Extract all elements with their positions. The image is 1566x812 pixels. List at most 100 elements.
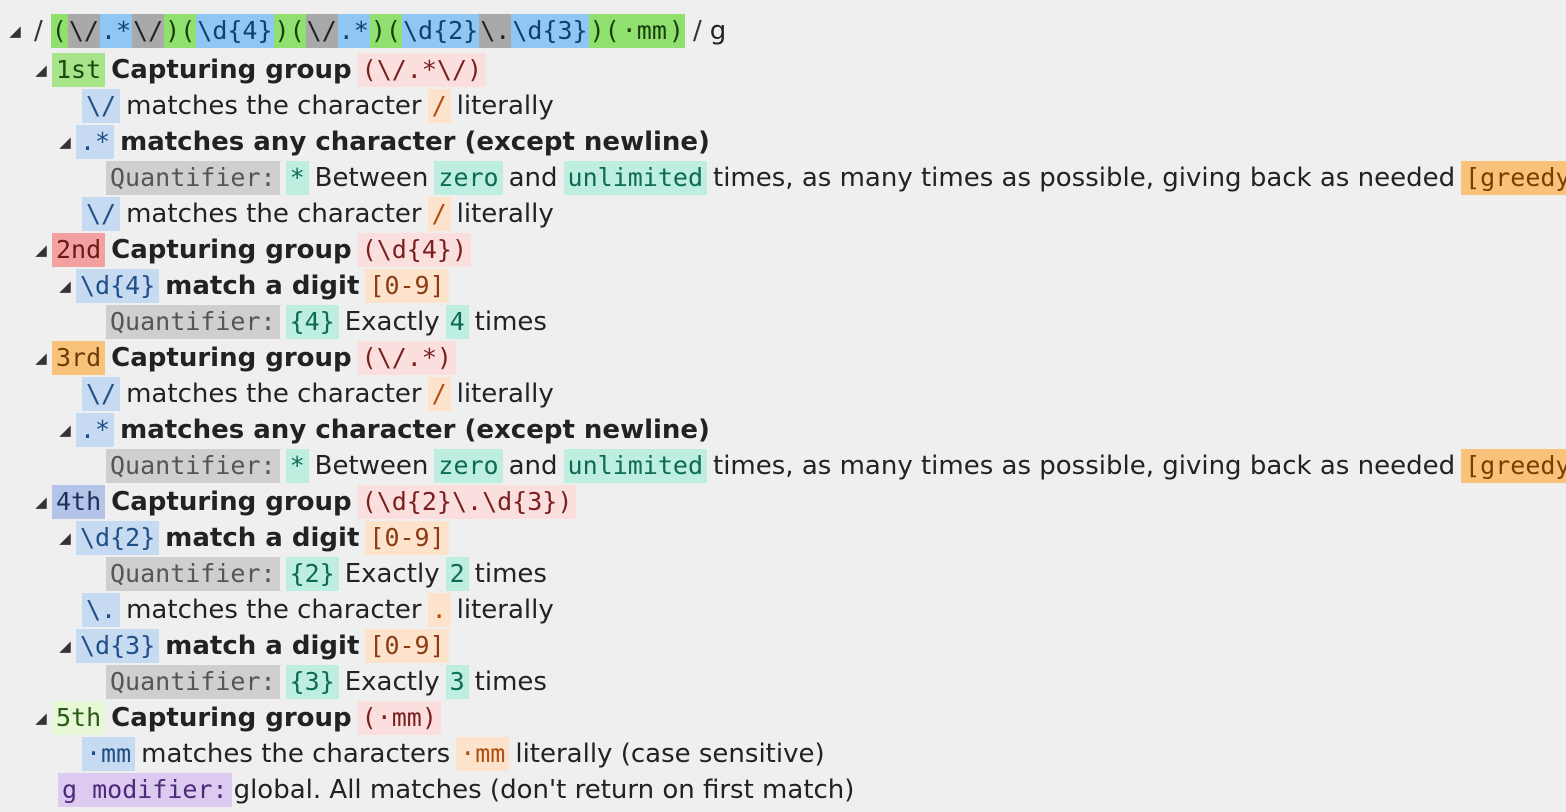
regex-token: )( xyxy=(369,14,402,48)
greedy-badge: [greedy] xyxy=(1461,161,1566,195)
explanation-text: literally xyxy=(456,91,554,121)
explanation-text: and xyxy=(508,451,558,481)
explanation-text: literally xyxy=(456,379,554,409)
group-title: Capturing group xyxy=(111,703,352,733)
quantifier-row: Quantifier: * Between zero and unlimited… xyxy=(106,160,1566,196)
explanation-text: and xyxy=(508,163,558,193)
collapse-toggle-icon[interactable]: ◢ xyxy=(32,340,50,376)
group-2-header: ◢ 2nd Capturing group (\d{4}) xyxy=(32,232,477,268)
regex-token: ·mm xyxy=(620,14,668,48)
regex-pattern: (\/.*\/)(\d{4})(\/.*)(\d{2}\.\d{3})(·mm) xyxy=(50,13,685,49)
quantifier-max: unlimited xyxy=(563,449,708,483)
quantifier-label: Quantifier: xyxy=(106,665,280,699)
group-ordinal: 4th xyxy=(52,485,106,519)
explanation-text: matches the character xyxy=(126,379,422,409)
explanation-text: literally xyxy=(456,595,554,625)
quantifier-label: Quantifier: xyxy=(106,449,280,483)
explanation-text: times xyxy=(474,559,547,589)
quantifier-token: {3} xyxy=(285,665,339,699)
group-title: Capturing group xyxy=(111,487,352,517)
explanation-text: Exactly xyxy=(344,667,440,697)
explanation-row: ·mm matches the characters ·mm literally… xyxy=(82,736,825,772)
quantifier-token: * xyxy=(285,449,309,483)
collapse-toggle-icon[interactable]: ◢ xyxy=(32,52,50,88)
explanation-row: ◢ .* matches any character (except newli… xyxy=(56,412,710,448)
token: \d{4} xyxy=(76,269,160,303)
collapse-toggle-icon[interactable]: ◢ xyxy=(56,412,74,448)
quantifier-count: 2 xyxy=(445,557,469,591)
regex-token: \/ xyxy=(305,14,338,48)
explanation-text: matches the character xyxy=(126,199,422,229)
quantifier-row: Quantifier: {2} Exactly 2 times xyxy=(106,556,547,592)
explanation-text: match a digit xyxy=(165,271,360,301)
group-pattern: (·mm) xyxy=(357,701,441,735)
literal-chars: ·mm xyxy=(456,737,510,771)
explanation-text: match a digit xyxy=(165,631,360,661)
group-ordinal: 5th xyxy=(52,701,106,735)
regex-token: )( xyxy=(164,14,197,48)
collapse-toggle-icon[interactable]: ◢ xyxy=(56,520,74,556)
quantifier-min: zero xyxy=(434,449,503,483)
group-ordinal: 1st xyxy=(52,53,106,87)
explanation-row: ◢ \d{2} match a digit [0-9] xyxy=(56,520,455,556)
explanation-text: Between xyxy=(314,451,429,481)
explanation-text: Exactly xyxy=(344,559,440,589)
regex-token: .* xyxy=(99,14,133,48)
token: \d{2} xyxy=(76,521,160,555)
regex-token: \d{3} xyxy=(511,14,589,48)
token: \/ xyxy=(82,377,121,411)
quantifier-token: * xyxy=(285,161,309,195)
collapse-toggle-icon[interactable]: ◢ xyxy=(6,13,24,49)
quantifier-count: 3 xyxy=(445,665,469,699)
collapse-toggle-icon[interactable]: ◢ xyxy=(56,268,74,304)
collapse-toggle-icon[interactable]: ◢ xyxy=(56,124,74,160)
token: ·mm xyxy=(82,737,136,771)
explanation-row: \/ matches the character / literally xyxy=(82,88,554,124)
group-3-header: ◢ 3rd Capturing group (\/.*) xyxy=(32,340,462,376)
group-4-header: ◢ 4th Capturing group (\d{2}\.\d{3}) xyxy=(32,484,582,520)
group-title: Capturing group xyxy=(111,235,352,265)
collapse-toggle-icon[interactable]: ◢ xyxy=(32,484,50,520)
quantifier-label: Quantifier: xyxy=(106,305,280,339)
explanation-text: times, as many times as possible, giving… xyxy=(713,451,1456,481)
explanation-text: matches the character xyxy=(126,595,422,625)
collapse-toggle-icon[interactable]: ◢ xyxy=(32,232,50,268)
explanation-text: times xyxy=(474,307,547,337)
collapse-toggle-icon[interactable]: ◢ xyxy=(32,700,50,736)
literal-char: . xyxy=(427,593,451,627)
regex-token: \d{4} xyxy=(196,14,274,48)
greedy-badge: [greedy] xyxy=(1461,449,1566,483)
explanation-text: matches any character (except newline) xyxy=(120,127,710,157)
group-ordinal: 2nd xyxy=(52,233,106,267)
group-pattern: (\d{2}\.\d{3}) xyxy=(357,485,577,519)
regex-token: )( xyxy=(273,14,306,48)
quantifier-row: Quantifier: * Between zero and unlimited… xyxy=(106,448,1566,484)
token: \/ xyxy=(82,197,121,231)
modifier-label: g modifier: xyxy=(58,773,232,807)
quantifier-min: zero xyxy=(434,161,503,195)
regex-token: )( xyxy=(588,14,621,48)
regex-line: ◢ / (\/.*\/)(\d{4})(\/.*)(\d{2}\.\d{3})(… xyxy=(6,13,726,49)
quantifier-label: Quantifier: xyxy=(106,557,280,591)
explanation-text: matches the character xyxy=(126,91,422,121)
collapse-toggle-icon[interactable]: ◢ xyxy=(56,628,74,664)
quantifier-max: unlimited xyxy=(563,161,708,195)
modifier-row: g modifier: global. All matches (don't r… xyxy=(58,772,854,808)
token: \/ xyxy=(82,89,121,123)
group-title: Capturing group xyxy=(111,343,352,373)
quantifier-token: {4} xyxy=(285,305,339,339)
group-pattern: (\/.*\/) xyxy=(357,53,487,87)
literal-char: / xyxy=(427,197,451,231)
group-5-header: ◢ 5th Capturing group (·mm) xyxy=(32,700,447,736)
regex-token: \d{2} xyxy=(401,14,480,48)
regex-token: \. xyxy=(479,14,512,48)
group-1-header: ◢ 1st Capturing group (\/.*\/) xyxy=(32,52,492,88)
char-class: [0-9] xyxy=(365,269,449,303)
explanation-text: literally xyxy=(456,199,554,229)
explanation-text: times xyxy=(474,667,547,697)
group-title: Capturing group xyxy=(111,55,352,85)
literal-char: / xyxy=(427,89,451,123)
regex-flags: g xyxy=(709,16,727,46)
explanation-row: \. matches the character . literally xyxy=(82,592,554,628)
explanation-text: match a digit xyxy=(165,523,360,553)
